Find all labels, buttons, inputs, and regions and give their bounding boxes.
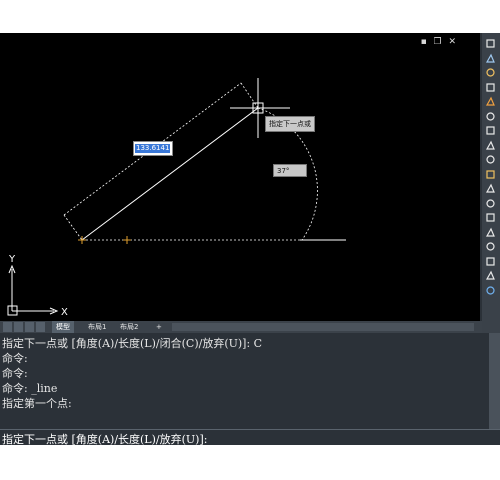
dimension-extension-left: [63, 214, 83, 241]
history-line: 指定下一点或 [角度(A)/长度(L)/闭合(C)/放弃(U)]: C: [2, 337, 263, 350]
command-input-row[interactable]: 指定下一点或 [角度(A)/长度(L)/放弃(U)]:: [0, 429, 500, 447]
angle-input-value: 37°: [277, 167, 290, 175]
first-tab-button[interactable]: [3, 322, 12, 332]
command-input[interactable]: 指定下一点或 [角度(A)/长度(L)/放弃(U)]:: [2, 431, 211, 447]
extend-icon[interactable]: [484, 182, 497, 195]
ucs-x-label: X: [61, 307, 68, 318]
tab-layout2[interactable]: 布局2: [116, 321, 142, 333]
trim-icon[interactable]: [484, 168, 497, 181]
tab-add[interactable]: +: [152, 321, 166, 333]
prev-tab-button[interactable]: [14, 322, 23, 332]
viewport-window-controls[interactable]: ▪ ❐ ✕: [421, 37, 458, 47]
ucs-y-label: Y: [8, 254, 16, 265]
properties-icon[interactable]: [484, 284, 497, 297]
last-tab-button[interactable]: [36, 322, 45, 332]
rubber-band-line: [81, 107, 259, 241]
scale-icon[interactable]: [484, 139, 497, 152]
offset-icon[interactable]: [484, 81, 497, 94]
layout-tabs-bar: 模型 布局1 布局2 +: [0, 321, 482, 333]
rotate-icon[interactable]: [484, 124, 497, 137]
eraser-icon[interactable]: [484, 37, 497, 50]
history-line: 命令:: [2, 352, 28, 365]
history-line: 命令: _line: [2, 382, 58, 395]
copy-icon[interactable]: [484, 52, 497, 65]
dimension-extension-right: [240, 82, 259, 109]
tab-layout1[interactable]: 布局1: [84, 321, 110, 333]
chamfer-icon[interactable]: [484, 226, 497, 239]
tooltip-text: 指定下一点或: [269, 120, 311, 128]
next-tab-button[interactable]: [25, 322, 34, 332]
angle-input[interactable]: 37°: [273, 164, 307, 177]
drawing-canvas[interactable]: Y X: [0, 33, 480, 321]
history-line: 指定第一个点:: [2, 397, 72, 410]
length-input-value: 133.6141: [135, 144, 171, 153]
drawing-area[interactable]: Y X 133.6141 37° 指定下一点或 ▪ ❐ ✕: [0, 33, 480, 321]
cad-application: Y X 133.6141 37° 指定下一点或 ▪ ❐ ✕ 模型 布局1 布局2…: [0, 33, 500, 447]
command-history: 指定下一点或 [角度(A)/长度(L)/闭合(C)/放弃(U)]: C 命令: …: [0, 333, 489, 429]
stretch-icon[interactable]: [484, 153, 497, 166]
command-tooltip: 指定下一点或: [265, 116, 315, 132]
move-icon[interactable]: [484, 110, 497, 123]
horizontal-scrollbar[interactable]: [172, 323, 474, 331]
mirror-icon[interactable]: [484, 66, 497, 79]
explode-icon[interactable]: [484, 269, 497, 282]
command-history-scrollbar[interactable]: [489, 333, 500, 429]
tab-model[interactable]: 模型: [52, 321, 74, 333]
tracking-point-marker: [123, 236, 131, 244]
history-line: 命令:: [2, 367, 28, 380]
join-icon[interactable]: [484, 211, 497, 224]
modify-toolbar: [482, 33, 500, 333]
length-input[interactable]: 133.6141: [133, 141, 173, 156]
ucs-icon: [7, 264, 59, 316]
start-point-marker: [78, 236, 86, 244]
break-icon[interactable]: [484, 197, 497, 210]
array-icon[interactable]: [484, 95, 497, 108]
fillet-icon[interactable]: [484, 240, 497, 253]
blend-icon[interactable]: [484, 255, 497, 268]
